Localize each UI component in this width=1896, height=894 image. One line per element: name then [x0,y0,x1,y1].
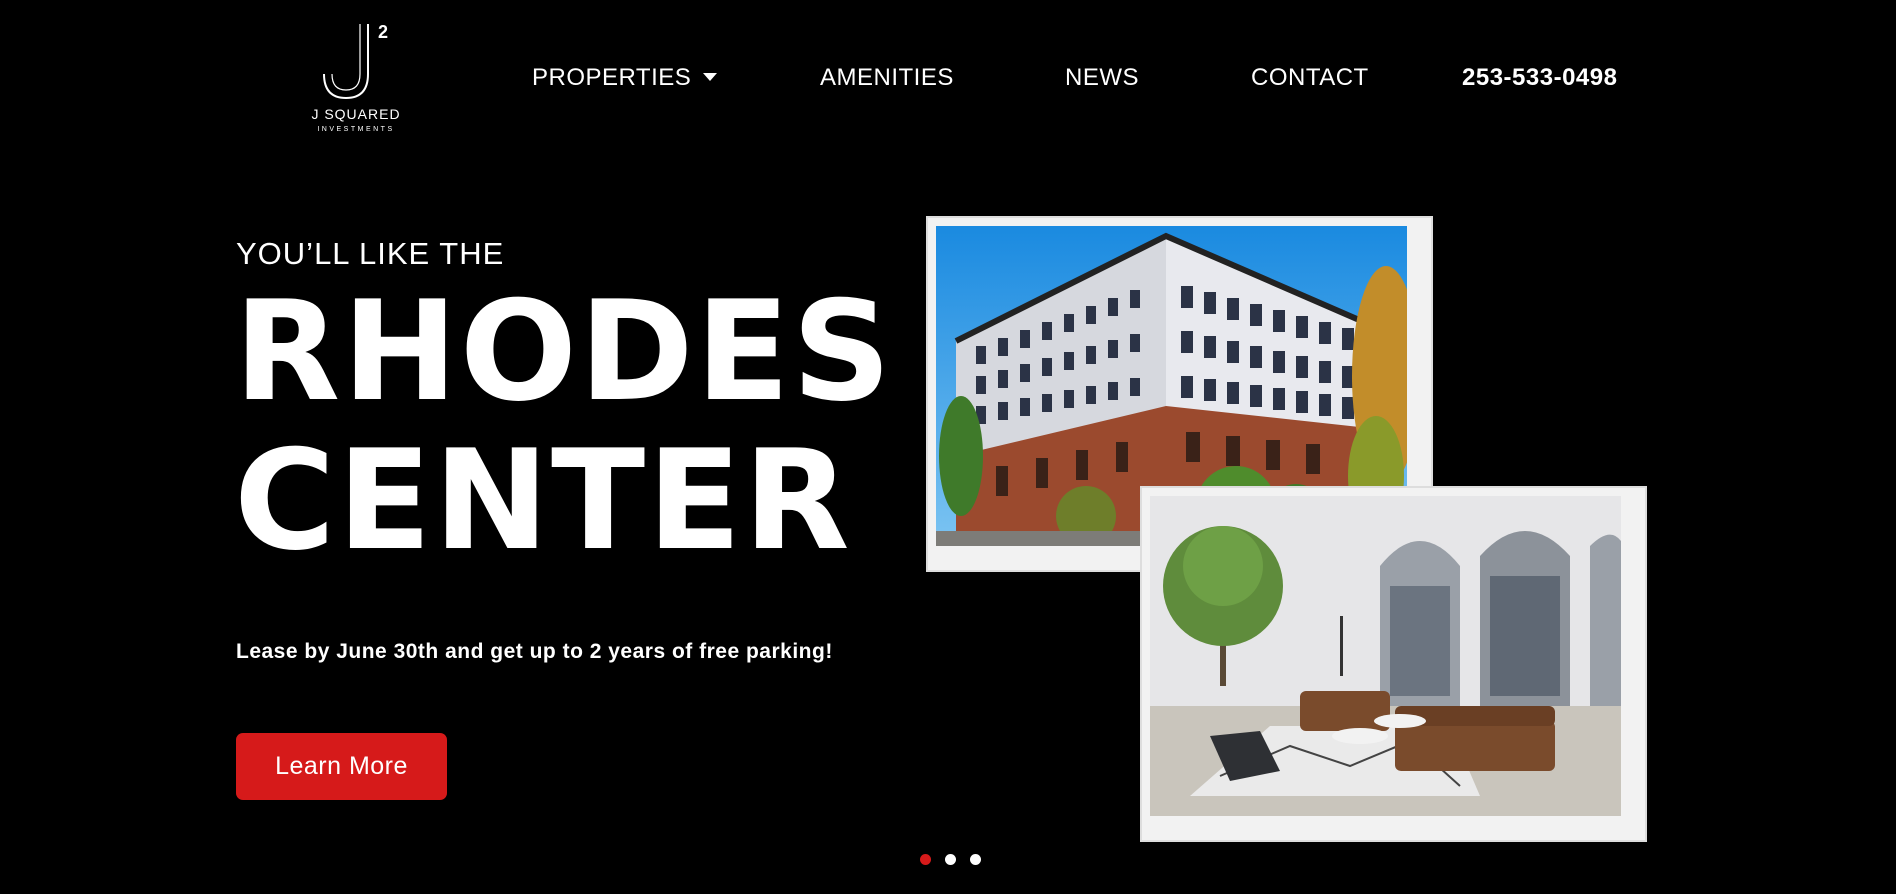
nav-item-amenities[interactable]: AMENITIES [820,64,954,92]
phone-link[interactable]: 253-533-0498 [1462,64,1617,92]
hero-title-line1: RHODES [234,271,894,432]
interior-photo [1142,488,1645,840]
hero-promo-text: Lease by June 30th and get up to 2 years… [236,640,833,663]
nav-item-properties[interactable]: PROPERTIES [532,64,718,92]
site-logo[interactable]: 2 J SQUARED INVESTMENTS [308,22,404,140]
nav-item-news[interactable]: NEWS [1065,64,1139,92]
j-logo-mark-icon [323,24,369,100]
nav-item-contact[interactable]: CONTACT [1251,64,1369,92]
interior-image [1150,496,1621,816]
logo-name: J SQUARED [311,106,401,122]
hero-title-line2: CENTER [234,420,852,581]
nav-item-properties-label: PROPERTIES [532,64,692,91]
slider-dot-3[interactable] [970,854,981,865]
logo-tagline: INVESTMENTS [317,126,395,133]
learn-more-button[interactable]: Learn More [236,733,447,800]
logo-superscript: 2 [378,22,389,42]
caret-down-icon [703,72,718,81]
hero-eyebrow: YOU’LL LIKE THE [236,236,505,271]
slider-dot-2[interactable] [945,854,956,865]
slider-dot-1[interactable] [920,854,931,865]
